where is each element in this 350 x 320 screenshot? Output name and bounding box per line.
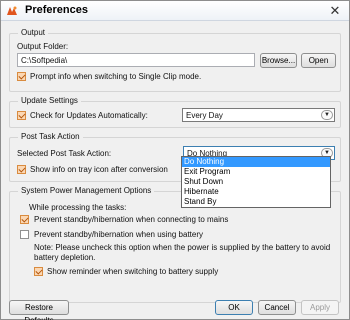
prevent-mains-checkbox[interactable] [20, 215, 29, 224]
apply-button[interactable]: Apply [301, 300, 339, 315]
battery-reminder-checkbox[interactable] [34, 267, 43, 276]
close-icon[interactable]: ✕ [323, 2, 347, 19]
dropdown-option-shut-down[interactable]: Shut Down [182, 177, 330, 187]
update-legend: Update Settings [18, 96, 81, 105]
dropdown-option-exit-program[interactable]: Exit Program [182, 167, 330, 177]
check-updates-checkbox[interactable] [17, 111, 26, 120]
dropdown-option-hibernate[interactable]: Hibernate [182, 187, 330, 197]
title-bar[interactable]: Preferences ✕ [1, 1, 349, 21]
tray-info-checkbox[interactable] [17, 165, 26, 174]
output-legend: Output [18, 28, 49, 37]
output-folder-input[interactable]: C:\Softpedia\ [17, 53, 255, 67]
battery-reminder-label: Show reminder when switching to battery … [47, 267, 219, 276]
dropdown-option-stand-by[interactable]: Stand By [182, 197, 330, 207]
prevent-battery-label: Prevent standby/hibernation when using b… [34, 230, 203, 239]
dropdown-option-do-nothing[interactable]: Do Nothing [182, 157, 330, 167]
post-task-select-label: Selected Post Task Action: [17, 149, 112, 158]
open-button[interactable]: Open [301, 53, 336, 68]
note-text-line1: Note: Please uncheck this option when th… [34, 243, 331, 252]
update-group: Update Settings Check for Updates Automa… [9, 96, 341, 128]
power-legend: System Power Management Options [18, 186, 155, 195]
chevron-down-icon: ▼ [321, 110, 333, 120]
browse-button[interactable]: Browse... [260, 53, 297, 68]
app-logo-icon [7, 6, 17, 15]
cancel-button[interactable]: Cancel [258, 300, 296, 315]
prompt-info-checkbox[interactable] [17, 72, 26, 81]
prevent-battery-checkbox[interactable] [20, 230, 29, 239]
update-frequency-value: Every Day [186, 111, 223, 120]
ok-button[interactable]: OK [215, 300, 253, 315]
note-text-line2: battery depletion. [34, 253, 96, 262]
post-task-legend: Post Task Action [18, 132, 83, 141]
window-title: Preferences [25, 4, 88, 16]
post-task-dropdown-list: Do Nothing Exit Program Shut Down Hibern… [181, 156, 331, 208]
prompt-info-label: Prompt info when switching to Single Cli… [30, 72, 202, 81]
tray-info-label: Show info on tray icon after conversion [30, 165, 168, 174]
update-frequency-select[interactable]: Every Day ▼ [182, 108, 335, 122]
output-group: Output Output Folder: C:\Softpedia\ Brow… [9, 28, 341, 92]
output-folder-label: Output Folder: [17, 42, 69, 51]
while-processing-label: While processing the tasks: [29, 203, 127, 212]
prevent-mains-label: Prevent standby/hibernation when connect… [34, 215, 229, 224]
check-updates-label: Check for Updates Automatically: [30, 111, 148, 120]
restore-defaults-button[interactable]: Restore Defaults [9, 300, 69, 320]
